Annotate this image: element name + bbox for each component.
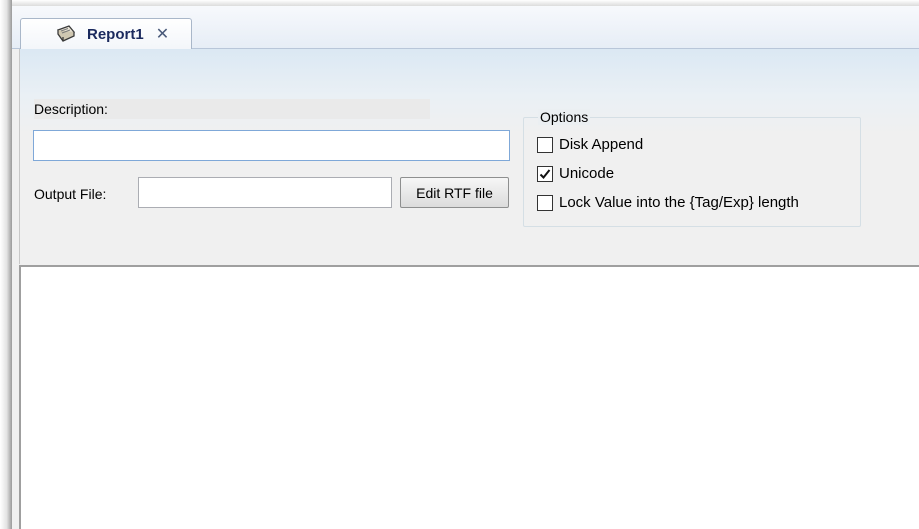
unicode-checkbox[interactable] [537,165,553,182]
output-file-label: Output File: [34,186,107,202]
close-icon[interactable]: ✕ [156,24,169,44]
edit-rtf-file-button[interactable]: Edit RTF file [400,177,509,208]
disk-append-label: Disk Append [559,136,644,153]
unicode-label: Unicode [559,165,615,182]
option-unicode[interactable]: Unicode [537,165,614,182]
report-window: Report1 ✕ Description: Output File: Edit… [12,6,919,529]
report-content-area[interactable] [19,265,919,529]
options-legend: Options [538,109,591,125]
disk-append-checkbox[interactable] [537,136,553,153]
option-disk-append[interactable]: Disk Append [537,136,643,153]
window-shadow-left [0,0,12,529]
report-icon [55,24,77,44]
checkmark-icon [539,168,551,179]
option-lock-value[interactable]: Lock Value into the {Tag/Exp} length [537,194,799,211]
tab-strip: Report1 ✕ [12,6,919,49]
tab-label: Report1 [87,25,144,43]
tab-report1[interactable]: Report1 ✕ [20,18,192,49]
output-file-input[interactable] [138,177,392,208]
lock-value-checkbox[interactable] [537,194,553,211]
lock-value-label: Lock Value into the {Tag/Exp} length [559,194,799,211]
report-settings-panel: Description: Output File: Edit RTF file … [19,49,919,264]
description-label: Description: [34,101,108,117]
options-group: Options Disk Append Unicode Lock Value i… [523,109,861,227]
description-input[interactable] [33,130,510,161]
